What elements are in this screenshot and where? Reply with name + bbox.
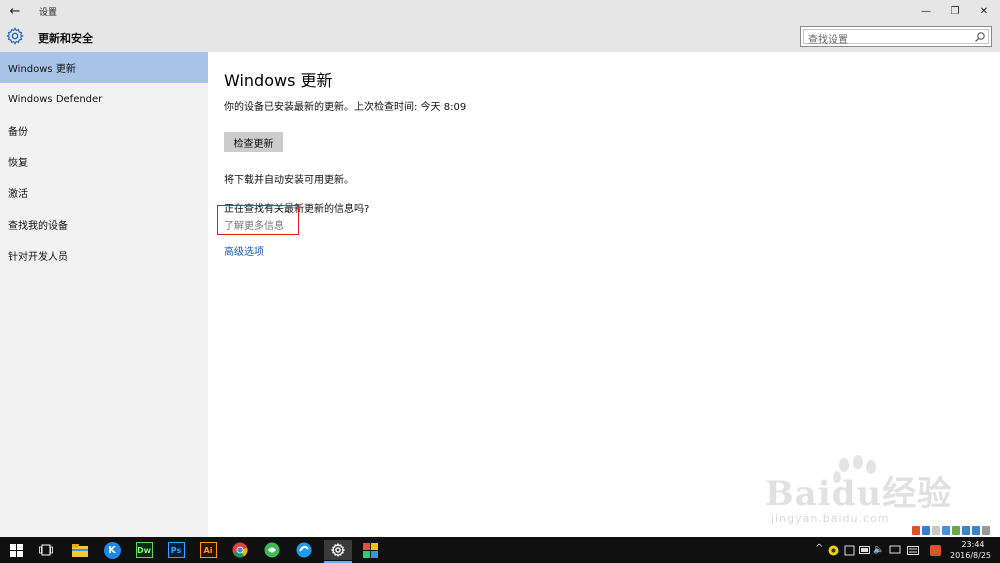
sidebar-item-backup[interactable]: 备份 — [0, 115, 208, 146]
window-title: 设置 — [39, 8, 58, 18]
maximize-button[interactable]: ❐ — [939, 0, 971, 22]
sidebar-item-activation[interactable]: 激活 — [0, 177, 208, 208]
settings-icon[interactable] — [324, 540, 352, 560]
floating-tray-icons — [912, 524, 998, 536]
tray-mini-icon — [952, 525, 960, 535]
highlight-box — [217, 205, 299, 235]
back-button[interactable]: ← — [0, 0, 30, 22]
title-bar: ← 设置 — ❐ ✕ — [0, 0, 1000, 22]
tray-mini-icon — [972, 525, 980, 535]
k-app-label: K — [103, 541, 121, 559]
sidebar-item-recovery[interactable]: 恢复 — [0, 146, 208, 177]
gear-icon — [6, 27, 24, 45]
sogou-ime-icon[interactable] — [928, 540, 942, 560]
green-app-icon[interactable] — [262, 540, 282, 560]
chrome-icon[interactable] — [230, 540, 250, 560]
page-title: Windows 更新 — [224, 71, 333, 90]
update-status-text: 你的设备已安装最新的更新。上次检查时间: 今天 8:09 — [224, 102, 467, 113]
tray-mini-icon — [982, 525, 990, 535]
back-arrow-icon: ← — [9, 3, 21, 19]
advanced-options-link[interactable]: 高级选项 — [224, 243, 264, 258]
baidu-watermark: Baidu经验 jingyan.baidu.com — [765, 466, 995, 526]
watermark-url: jingyan.baidu.com — [771, 512, 890, 525]
sidebar-item-windows-update[interactable]: Windows 更新 — [0, 52, 208, 83]
task-view-icon[interactable] — [36, 540, 56, 560]
section-title: 更新和安全 — [38, 32, 93, 45]
tray-mini-icon — [922, 525, 930, 535]
sidebar: Windows 更新 Windows Defender 备份 恢复 激活 查找我… — [0, 52, 208, 537]
tray-ime-icon[interactable] — [842, 540, 856, 560]
clock-time[interactable]: 23:44 — [958, 540, 988, 549]
sidebar-item-label: 备份 — [8, 127, 28, 138]
watermark-brand: Baidu经验 — [765, 474, 953, 514]
search-placeholder: 查找设置 — [808, 35, 848, 46]
volume-icon[interactable]: 🔈 — [872, 540, 886, 560]
volume-glyph: 🔈 — [873, 545, 885, 555]
check-updates-button[interactable]: 检查更新 — [224, 132, 283, 152]
sidebar-item-windows-defender[interactable]: Windows Defender — [0, 84, 208, 115]
clock-date[interactable]: 2016/8/25 — [950, 551, 991, 560]
sidebar-item-label: 恢复 — [8, 158, 28, 169]
sidebar-item-label: 查找我的设备 — [8, 221, 68, 232]
dreamweaver-icon[interactable]: Dw — [134, 540, 154, 560]
settings-window: ← 设置 — ❐ ✕ 更新和安全 查找设置 Windows 更新 Windows… — [0, 0, 1000, 537]
minimize-button[interactable]: — — [910, 0, 942, 22]
tray-mini-icon — [932, 525, 940, 535]
tray-mini-icon — [962, 525, 970, 535]
dreamweaver-label: Dw — [135, 542, 153, 558]
file-explorer-icon[interactable] — [70, 540, 90, 560]
sidebar-item-label: 激活 — [8, 189, 28, 200]
tray-mini-icon — [942, 525, 950, 535]
sidebar-item-find-my-device[interactable]: 查找我的设备 — [0, 209, 208, 240]
tray-app-icon[interactable] — [826, 540, 840, 560]
colorful-app-icon[interactable] — [360, 540, 380, 560]
illustrator-label: Ai — [199, 542, 217, 558]
windows-start-icon[interactable] — [6, 540, 26, 560]
photoshop-label: Ps — [167, 542, 185, 558]
keyboard-icon[interactable] — [906, 540, 920, 560]
sidebar-item-label: 针对开发人员 — [8, 252, 68, 263]
sidebar-item-label: Windows 更新 — [8, 64, 76, 75]
tray-mini-icon — [912, 525, 920, 535]
k-app-icon[interactable]: K — [102, 540, 122, 560]
illustrator-icon[interactable]: Ai — [198, 540, 218, 560]
sidebar-item-for-developers[interactable]: 针对开发人员 — [0, 240, 208, 271]
photoshop-icon[interactable]: Ps — [166, 540, 186, 560]
battery-icon[interactable] — [858, 540, 872, 560]
auto-install-text: 将下载并自动安装可用更新。 — [224, 175, 354, 186]
sidebar-item-label: Windows Defender — [8, 94, 103, 105]
search-input[interactable]: 查找设置 — [800, 26, 992, 47]
taskbar: K Dw Ps Ai ^ 🔈 — [0, 537, 1000, 563]
page-header: 更新和安全 查找设置 — [0, 22, 1000, 52]
close-button[interactable]: ✕ — [968, 0, 1000, 22]
blue-browser-icon[interactable] — [294, 540, 314, 560]
network-icon[interactable] — [888, 540, 902, 560]
tray-chevron-icon[interactable]: ^ — [815, 543, 823, 554]
search-icon[interactable] — [974, 31, 986, 43]
